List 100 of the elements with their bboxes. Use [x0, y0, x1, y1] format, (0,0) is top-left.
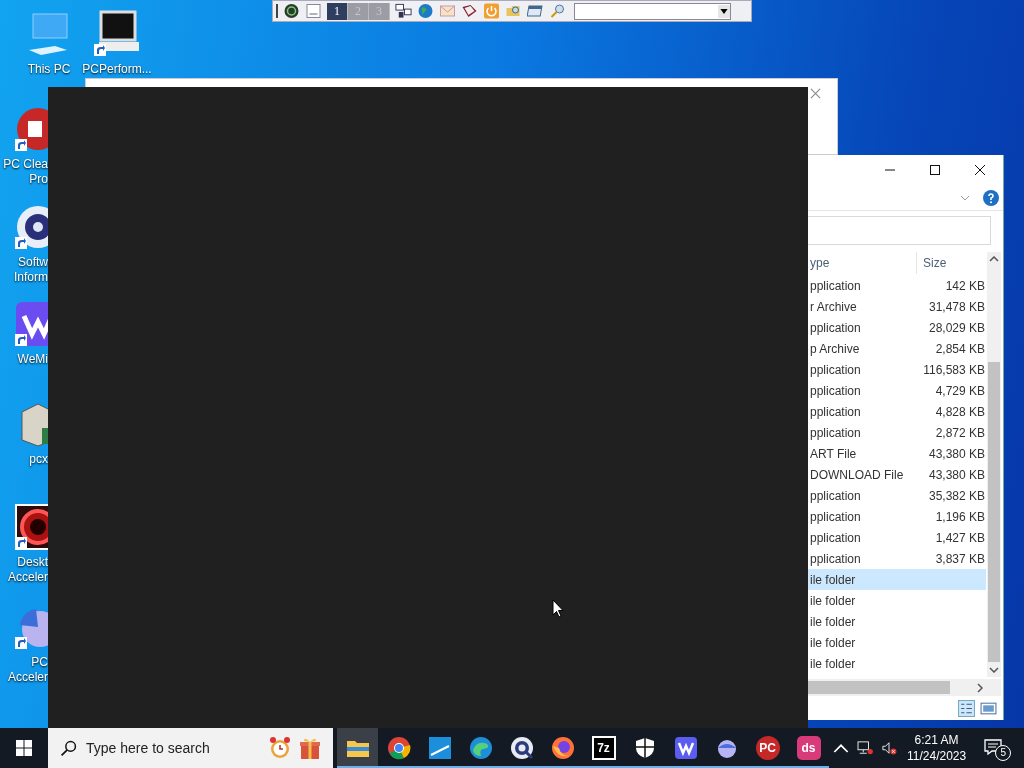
type-cell-text: DOWNLOAD File — [809, 467, 905, 482]
mouse-cursor-icon — [552, 599, 564, 618]
size-cell: 43,380 KB — [928, 467, 986, 482]
type-cell-text: ile folder — [809, 593, 857, 608]
scroll-right-icon[interactable] — [977, 683, 983, 693]
time-text: 6:21 AM — [914, 732, 959, 748]
scroll-thumb[interactable] — [988, 362, 1000, 662]
column-header[interactable]: Size — [916, 252, 947, 274]
scrollbar[interactable] — [808, 679, 1001, 696]
type-cell-text: pplication — [809, 509, 862, 524]
search-bar[interactable]: Type here to search — [48, 728, 333, 768]
muted-speaker-icon[interactable] — [881, 741, 897, 755]
taskbar-button[interactable]: 7z — [583, 728, 624, 768]
file-row[interactable]: pplication 4,729 KB — [808, 380, 986, 401]
taskbar-button[interactable]: ds — [788, 728, 829, 768]
type-cell-text: ART File — [809, 446, 858, 461]
search-icon[interactable] — [549, 3, 566, 19]
icon-label: PC — [31, 655, 48, 670]
file-row[interactable]: r Archive 31,478 KB — [808, 296, 986, 317]
file-row[interactable]: ile folder — [808, 569, 986, 590]
size-cell: 35,382 KB — [928, 488, 986, 503]
details-view-icon[interactable] — [958, 699, 975, 717]
icon-label: WeMi — [17, 352, 48, 367]
type-cell-text: pplication — [809, 488, 862, 503]
type-cell-text: pplication — [809, 425, 862, 440]
file-row[interactable]: ile folder — [808, 590, 986, 611]
browser-icon — [468, 736, 493, 760]
size-cell: 4,729 KB — [935, 383, 986, 398]
icon-label: Acceler — [8, 570, 48, 585]
column-header[interactable]: ype — [808, 256, 916, 270]
type-cell-text: pplication — [809, 383, 862, 398]
file-row[interactable]: pplication 1,427 KB — [808, 527, 986, 548]
network-icon[interactable] — [857, 741, 873, 755]
type-cell-text: pplication — [809, 320, 862, 335]
icon-label: Softw — [18, 255, 48, 270]
dropdown-field[interactable] — [574, 2, 731, 20]
size-cell: 2,854 KB — [935, 341, 986, 356]
help-icon[interactable] — [983, 189, 999, 206]
clock[interactable]: 6:21 AM 11/24/2023 — [907, 732, 967, 764]
size-cell: 2,872 KB — [935, 425, 986, 440]
search-field[interactable]: Type here to search — [83, 740, 262, 756]
address-field[interactable] — [808, 216, 991, 245]
gift-icon[interactable] — [298, 736, 322, 760]
scrollbar[interactable] — [987, 252, 1001, 677]
taskbar-button[interactable]: PC — [747, 728, 788, 768]
file-row[interactable]: ile folder — [808, 611, 986, 632]
file-row[interactable]: p Archive 2,854 KB — [808, 338, 986, 359]
app-icon: PC — [755, 736, 780, 760]
type-cell-text: ile folder — [809, 635, 857, 650]
icon-label: Inform — [14, 270, 48, 285]
type-cell-text: pplication — [809, 530, 862, 545]
file-row[interactable]: pplication 2,872 KB — [808, 422, 986, 443]
scroll-up-icon[interactable] — [989, 256, 999, 262]
file-row[interactable]: ile folder — [808, 653, 986, 674]
alarm-clock-icon[interactable] — [268, 736, 292, 760]
size-cell: 31,478 KB — [928, 299, 986, 314]
maximize-icon[interactable] — [929, 164, 941, 176]
scroll-thumb[interactable] — [808, 681, 950, 694]
windows-grid-icon[interactable] — [395, 3, 412, 19]
taskbar-button[interactable] — [337, 728, 378, 768]
size-cell: 43,380 KB — [928, 446, 986, 461]
file-row[interactable]: pplication 116,583 KB — [808, 359, 986, 380]
type-cell-text: ile folder — [809, 572, 857, 587]
windows-logo-icon[interactable] — [16, 740, 32, 756]
size-cell: 1,196 KB — [935, 509, 986, 524]
desktop-tab[interactable]: 1 — [327, 2, 348, 20]
size-cell: 3,837 KB — [935, 551, 986, 566]
file-row[interactable]: ile folder — [808, 632, 986, 653]
type-cell-text: pplication — [809, 278, 862, 293]
caret-icon — [718, 4, 730, 18]
icon-label: This PC — [27, 62, 71, 77]
laptop-icon[interactable] — [93, 10, 141, 58]
chevron-icon[interactable] — [960, 194, 970, 201]
size-cell: 116,583 KB — [923, 362, 986, 377]
browser-icon — [550, 736, 575, 760]
icon-label: PCPerform... — [82, 62, 152, 77]
app-icon[interactable] — [14, 503, 48, 551]
size-cell: 142 KB — [945, 278, 986, 293]
file-row[interactable]: pplication 142 KB — [808, 275, 986, 296]
size-cell: 4,828 KB — [935, 404, 986, 419]
type-cell-text: r Archive — [809, 299, 858, 314]
folder-search-icon[interactable] — [505, 3, 522, 19]
type-cell-text: ile folder — [809, 614, 857, 629]
type-cell-text: p Archive — [809, 341, 861, 356]
close-icon[interactable] — [974, 164, 986, 176]
file-row[interactable]: pplication 1,196 KB — [808, 506, 986, 527]
file-row[interactable]: pplication 4,828 KB — [808, 401, 986, 422]
file-row[interactable]: pplication 28,029 KB — [808, 317, 986, 338]
file-row[interactable]: pplication 35,382 KB — [808, 485, 986, 506]
file-row[interactable]: ART File 43,380 KB — [808, 443, 986, 464]
search-icon — [60, 739, 77, 757]
notification-icon[interactable] — [984, 739, 1003, 755]
icon-label: PC Clea — [3, 157, 48, 172]
icon-label: Pro — [29, 172, 48, 187]
file-row[interactable]: DOWNLOAD File 43,380 KB — [808, 464, 986, 485]
minimize-icon[interactable] — [305, 3, 322, 19]
icon-label: Acceler — [8, 670, 48, 685]
scroll-down-icon[interactable] — [989, 667, 999, 673]
window-icon[interactable] — [527, 3, 544, 19]
file-row[interactable]: pplication 3,837 KB — [808, 548, 986, 569]
